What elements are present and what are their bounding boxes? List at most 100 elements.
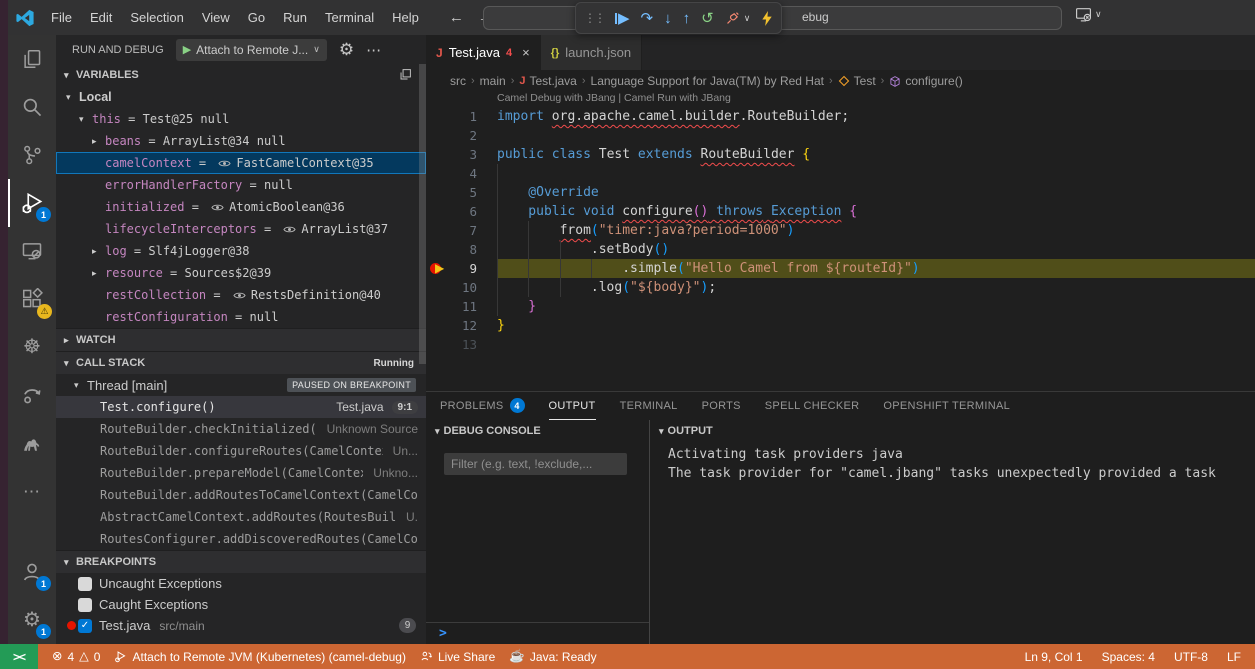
remote-indicator[interactable]: >< — [0, 644, 38, 669]
stack-frame[interactable]: RouteBuilder.checkInitialized()Unknown S… — [56, 418, 426, 440]
tab-test-java[interactable]: JTest.java4× — [426, 35, 541, 70]
debug-target-status[interactable]: Attach to Remote JVM (Kubernetes) (camel… — [114, 650, 405, 664]
variable-row[interactable]: ▾Local — [56, 86, 426, 108]
stack-frame[interactable]: RouteBuilder.prepareModel(CamelContext)U… — [56, 462, 426, 484]
indentation-setting[interactable]: Spaces: 4 — [1102, 650, 1155, 664]
step-out-icon[interactable]: ↑ — [683, 11, 691, 26]
menu-item-help[interactable]: Help — [383, 10, 428, 25]
menu-item-go[interactable]: Go — [239, 10, 274, 25]
debug-settings-gear-icon[interactable]: ⚙ — [339, 41, 354, 58]
code-editor[interactable]: 1import org.apache.camel.builder.RouteBu… — [426, 107, 1255, 391]
problems-status[interactable]: ⊗ 4 △ 0 — [52, 650, 100, 664]
breadcrumb-item[interactable]: Language Support for Java(TM) by Red Hat — [591, 74, 824, 88]
lazy-eval-eye-icon[interactable] — [233, 291, 246, 300]
activity-item-settings[interactable]: ⚙1 — [8, 596, 56, 644]
gutter-breakpoint-cell[interactable] — [426, 335, 447, 354]
code-line[interactable]: ▶9.simple("Hello Camel from ${routeId}") — [426, 259, 1255, 278]
panel-tab-openshift-terminal[interactable]: OPENSHIFT TERMINAL — [883, 392, 1010, 420]
variable-row[interactable]: restConfiguration = null — [56, 306, 426, 328]
output-log[interactable]: Activating task providers javaThe task p… — [650, 442, 1255, 483]
lazy-eval-eye-icon[interactable] — [211, 203, 224, 212]
restart-icon[interactable]: ↺ — [701, 11, 714, 26]
breakpoint-row[interactable]: Uncaught Exceptions — [56, 573, 426, 594]
code-line[interactable]: 5@Override — [426, 183, 1255, 202]
gutter-breakpoint-cell[interactable] — [426, 297, 447, 316]
activity-item-extensions[interactable]: ⚠ — [8, 275, 56, 323]
back-arrow-icon[interactable]: ← — [442, 9, 471, 26]
variable-row[interactable]: lifecycleInterceptors = ArrayList@37 — [56, 218, 426, 240]
code-line[interactable]: 2 — [426, 126, 1255, 145]
code-line[interactable]: 13 — [426, 335, 1255, 354]
lazy-eval-eye-icon[interactable] — [218, 159, 231, 168]
panel-tab-output[interactable]: OUTPUT — [549, 392, 596, 420]
variable-row[interactable]: restCollection = RestsDefinition@40 — [56, 284, 426, 306]
breakpoint-checkbox[interactable]: ✓ — [78, 619, 92, 633]
launch-config-dropdown[interactable]: ▶ Attach to Remote J... ∨ — [176, 39, 327, 61]
breakpoint-checkbox[interactable] — [78, 598, 92, 612]
gutter-breakpoint-cell[interactable] — [426, 107, 447, 126]
breakpoint-row[interactable]: ✓Test.javasrc/main9 — [56, 615, 426, 636]
gutter-breakpoint-cell[interactable] — [426, 183, 447, 202]
code-line[interactable]: 12} — [426, 316, 1255, 335]
menu-item-terminal[interactable]: Terminal — [316, 10, 383, 25]
activity-item-accounts[interactable]: 1 — [8, 548, 56, 596]
call-stack-section-header[interactable]: ▾ CALL STACK Running — [56, 351, 426, 374]
gutter-breakpoint-cell[interactable] — [426, 126, 447, 145]
code-line[interactable]: 8.setBody() — [426, 240, 1255, 259]
variable-row[interactable]: errorHandlerFactory = null — [56, 174, 426, 196]
activity-item-kubernetes[interactable]: ☸ — [8, 323, 56, 371]
breadcrumb-item[interactable]: JTest.java — [519, 74, 576, 88]
continue-icon[interactable]: ▶ — [615, 11, 630, 26]
activity-item-source-control[interactable] — [8, 131, 56, 179]
breakpoint-checkbox[interactable] — [78, 577, 92, 591]
sidebar-scrollbar[interactable] — [419, 64, 426, 364]
breakpoint-row[interactable]: Caught Exceptions — [56, 594, 426, 615]
gutter-breakpoint-cell[interactable] — [426, 240, 447, 259]
view-as-tree-icon[interactable] — [399, 68, 412, 81]
close-icon[interactable]: × — [522, 45, 530, 60]
gutter-breakpoint-cell[interactable] — [426, 221, 447, 240]
codelens-actions[interactable]: Camel Debug with JBang | Camel Run with … — [426, 92, 1255, 107]
eol-setting[interactable]: LF — [1227, 650, 1241, 664]
code-line[interactable]: 4 — [426, 164, 1255, 183]
panel-tab-ports[interactable]: PORTS — [702, 392, 741, 420]
gutter-breakpoint-cell[interactable]: ▶ — [426, 259, 447, 278]
breakpoints-section-header[interactable]: ▾ BREAKPOINTS — [56, 550, 426, 573]
java-status[interactable]: ☕ Java: Ready — [509, 650, 596, 664]
code-line[interactable]: 1import org.apache.camel.builder.RouteBu… — [426, 107, 1255, 126]
gutter-breakpoint-cell[interactable] — [426, 202, 447, 221]
lazy-eval-eye-icon[interactable] — [283, 225, 296, 234]
step-over-icon[interactable]: ↷ — [641, 11, 654, 26]
layout-toggle-button[interactable]: ∨ — [1075, 6, 1102, 23]
lightning-icon[interactable] — [761, 11, 773, 26]
sidebar-more-actions-icon[interactable]: ⋯ — [366, 41, 382, 59]
code-line[interactable]: 6public void configure() throws Exceptio… — [426, 202, 1255, 221]
disconnect-icon[interactable] — [725, 11, 740, 26]
thread-row[interactable]: ▾ Thread [main] PAUSED ON BREAKPOINT — [56, 374, 426, 396]
variable-row[interactable]: ▾this = Test@25 null — [56, 108, 426, 130]
menu-item-edit[interactable]: Edit — [81, 10, 121, 25]
tab-launch-json[interactable]: {}launch.json — [541, 35, 642, 70]
breadcrumb-item[interactable]: configure() — [889, 74, 962, 88]
activity-item-explorer[interactable] — [8, 35, 56, 83]
code-line[interactable]: 10.log("${body}"); — [426, 278, 1255, 297]
debug-console-filter-input[interactable] — [444, 453, 627, 475]
code-line[interactable]: 11} — [426, 297, 1255, 316]
menu-item-file[interactable]: File — [42, 10, 81, 25]
panel-tab-terminal[interactable]: TERMINAL — [620, 392, 678, 420]
stack-frame[interactable]: Test.configure()Test.java9:1 — [56, 396, 426, 418]
stack-frame[interactable]: RouteBuilder.configureRoutes(CamelContex… — [56, 440, 426, 462]
activity-item-camel[interactable] — [8, 419, 56, 467]
variables-section-header[interactable]: ▾ VARIABLES — [56, 64, 426, 86]
stack-frame[interactable]: RouteBuilder.addRoutesToCamelContext(Cam… — [56, 484, 426, 506]
gutter-breakpoint-cell[interactable] — [426, 278, 447, 297]
cursor-position[interactable]: Ln 9, Col 1 — [1025, 650, 1083, 664]
code-line[interactable]: 3public class Test extends RouteBuilder … — [426, 145, 1255, 164]
toolbar-grip-icon[interactable]: ⋮⋮ — [584, 12, 604, 24]
activity-item-remote-explorer[interactable] — [8, 227, 56, 275]
breadcrumb-item[interactable]: main — [480, 74, 506, 88]
live-share-status[interactable]: Live Share — [420, 650, 495, 664]
variable-row[interactable]: initialized = AtomicBoolean@36 — [56, 196, 426, 218]
gutter-breakpoint-cell[interactable] — [426, 164, 447, 183]
variable-row[interactable]: camelContext = FastCamelContext@35 — [56, 152, 426, 174]
